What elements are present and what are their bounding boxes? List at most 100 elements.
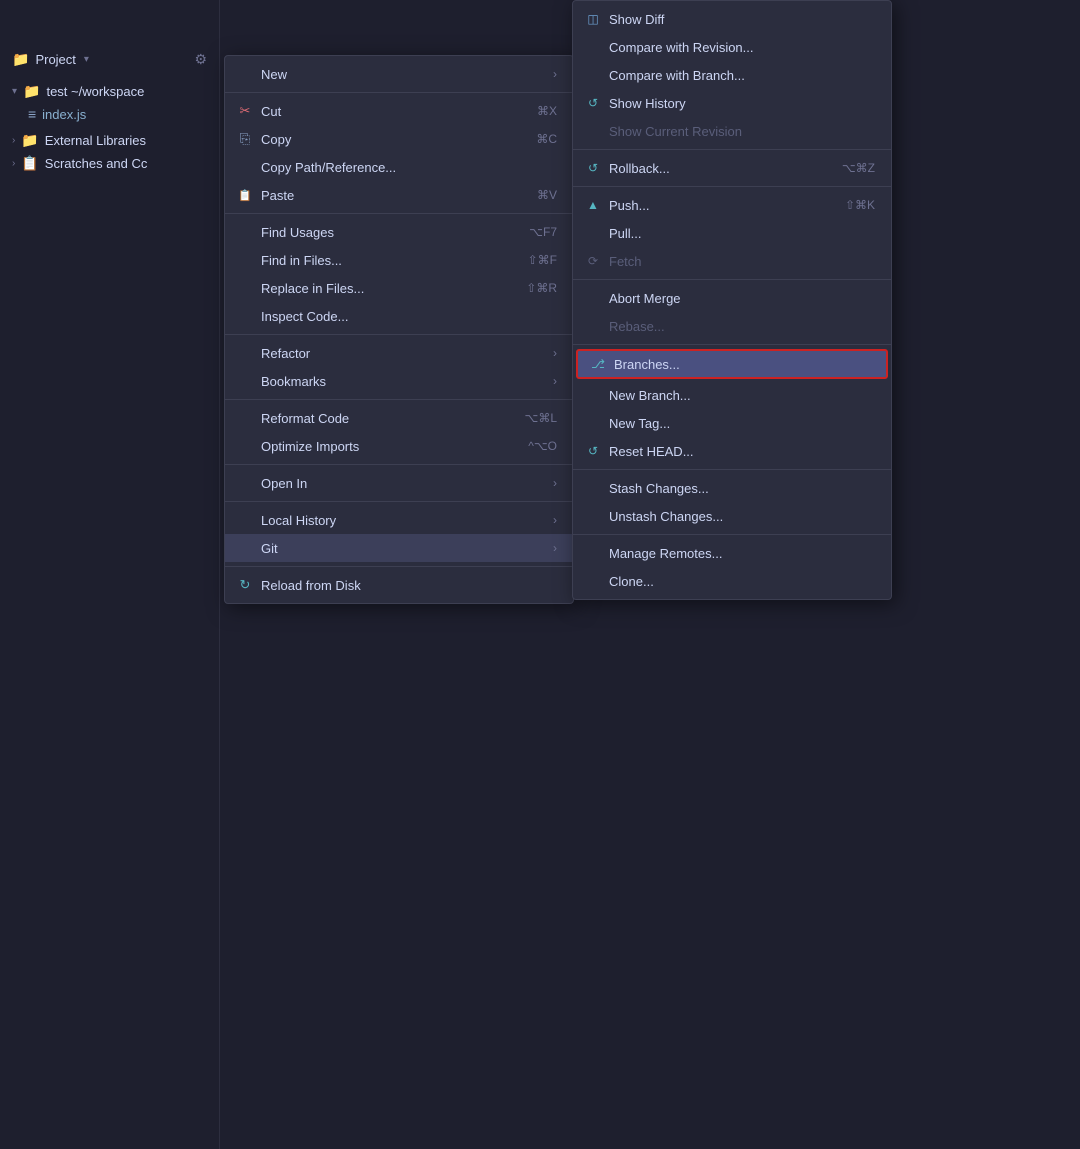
submenu-item-unstash[interactable]: Unstash Changes... bbox=[573, 502, 891, 530]
submenu-item-rollback[interactable]: ↺ Rollback... ⌥⌘Z bbox=[573, 154, 891, 182]
push-icon: ▲ bbox=[585, 197, 601, 213]
new-tag-icon bbox=[585, 415, 601, 431]
submenu-item-new-tag[interactable]: New Tag... bbox=[573, 409, 891, 437]
menu-item-replace-files[interactable]: Replace in Files... ⇧⌘R bbox=[225, 274, 573, 302]
sidebar: 📁 Project ▾ ⚙ ▾ 📁 test ~/workspace ≡ ind… bbox=[0, 0, 220, 1149]
menu-item-paste[interactable]: 📋 Paste ⌘V bbox=[225, 181, 573, 209]
submenu-item-new-branch[interactable]: New Branch... bbox=[573, 381, 891, 409]
submenu-item-show-history[interactable]: ↺ Show History bbox=[573, 89, 891, 117]
shortcut-find-usages: ⌥F7 bbox=[529, 225, 557, 239]
git-divider-5 bbox=[573, 469, 891, 470]
cut-icon: ✂ bbox=[237, 103, 253, 119]
submenu-label-show-history: Show History bbox=[609, 96, 686, 111]
menu-item-reload[interactable]: ↻ Reload from Disk bbox=[225, 571, 573, 599]
shortcut-reformat: ⌥⌘L bbox=[524, 411, 557, 425]
menu-item-git[interactable]: Git › bbox=[225, 534, 573, 562]
menu-label-bookmarks: Bookmarks bbox=[261, 374, 326, 389]
chevron-icon: › bbox=[12, 158, 15, 169]
menu-item-copy[interactable]: ⎘ Copy ⌘C bbox=[225, 125, 573, 153]
git-divider-3 bbox=[573, 279, 891, 280]
menu-item-cut[interactable]: ✂ Cut ⌘X bbox=[225, 97, 573, 125]
menu-label-new: New bbox=[261, 67, 287, 82]
manage-remotes-icon bbox=[585, 545, 601, 561]
arrow-icon-open-in: › bbox=[553, 476, 557, 490]
submenu-label-compare-branch: Compare with Branch... bbox=[609, 68, 745, 83]
submenu-label-branches: Branches... bbox=[614, 357, 680, 372]
submenu-label-clone: Clone... bbox=[609, 574, 654, 589]
menu-item-open-in[interactable]: Open In › bbox=[225, 469, 573, 497]
submenu-item-branches[interactable]: ⎇ Branches... bbox=[576, 349, 888, 379]
unstash-icon bbox=[585, 508, 601, 524]
menu-label-reformat: Reformat Code bbox=[261, 411, 349, 426]
reformat-icon bbox=[237, 410, 253, 426]
submenu-label-new-tag: New Tag... bbox=[609, 416, 670, 431]
menu-item-find-usages[interactable]: Find Usages ⌥F7 bbox=[225, 218, 573, 246]
open-in-icon bbox=[237, 475, 253, 491]
menu-label-open-in: Open In bbox=[261, 476, 307, 491]
shortcut-paste: ⌘V bbox=[537, 188, 557, 202]
menu-label-paste: Paste bbox=[261, 188, 294, 203]
show-current-icon bbox=[585, 123, 601, 139]
menu-item-optimize[interactable]: Optimize Imports ^⌥O bbox=[225, 432, 573, 460]
submenu-item-compare-revision[interactable]: Compare with Revision... bbox=[573, 33, 891, 61]
menu-item-inspect-code[interactable]: Inspect Code... bbox=[225, 302, 573, 330]
abort-merge-icon bbox=[585, 290, 601, 306]
new-branch-icon bbox=[585, 387, 601, 403]
reset-head-icon: ↺ bbox=[585, 443, 601, 459]
menu-item-local-history[interactable]: Local History › bbox=[225, 506, 573, 534]
menu-label-replace-files: Replace in Files... bbox=[261, 281, 364, 296]
sidebar-item-index-js[interactable]: ≡ index.js bbox=[0, 103, 219, 125]
sidebar-item-scratches[interactable]: › 📋 Scratches and Cc bbox=[0, 152, 219, 175]
find-usages-icon bbox=[237, 224, 253, 240]
menu-item-reformat[interactable]: Reformat Code ⌥⌘L bbox=[225, 404, 573, 432]
copy-path-icon bbox=[237, 159, 253, 175]
chevron-icon: › bbox=[12, 135, 15, 146]
submenu-item-fetch[interactable]: ⟳ Fetch bbox=[573, 247, 891, 275]
menu-label-git: Git bbox=[261, 541, 278, 556]
shortcut-copy: ⌘C bbox=[536, 132, 557, 146]
submenu-label-show-current: Show Current Revision bbox=[609, 124, 742, 139]
submenu-item-rebase[interactable]: Rebase... bbox=[573, 312, 891, 340]
submenu-label-reset-head: Reset HEAD... bbox=[609, 444, 694, 459]
shortcut-find-files: ⇧⌘F bbox=[528, 253, 557, 267]
submenu-label-fetch: Fetch bbox=[609, 254, 642, 269]
menu-item-refactor[interactable]: Refactor › bbox=[225, 339, 573, 367]
sidebar-item-test[interactable]: ▾ 📁 test ~/workspace bbox=[0, 80, 219, 103]
shortcut-optimize: ^⌥O bbox=[528, 439, 557, 453]
inspect-icon bbox=[237, 308, 253, 324]
submenu-item-pull[interactable]: Pull... bbox=[573, 219, 891, 247]
git-divider-2 bbox=[573, 186, 891, 187]
compare-revision-icon bbox=[585, 39, 601, 55]
menu-item-find-files[interactable]: Find in Files... ⇧⌘F bbox=[225, 246, 573, 274]
menu-item-bookmarks[interactable]: Bookmarks › bbox=[225, 367, 573, 395]
project-folder-icon: 📁 bbox=[12, 51, 29, 68]
submenu-item-manage-remotes[interactable]: Manage Remotes... bbox=[573, 539, 891, 567]
submenu-item-compare-branch[interactable]: Compare with Branch... bbox=[573, 61, 891, 89]
submenu-item-abort-merge[interactable]: Abort Merge bbox=[573, 284, 891, 312]
menu-label-find-usages: Find Usages bbox=[261, 225, 334, 240]
arrow-icon-bookmarks: › bbox=[553, 374, 557, 388]
menu-label-cut: Cut bbox=[261, 104, 281, 119]
file-icon: ≡ bbox=[28, 106, 36, 122]
divider-6 bbox=[225, 501, 573, 502]
reload-icon: ↻ bbox=[237, 577, 253, 593]
stash-icon bbox=[585, 480, 601, 496]
shortcut-rollback: ⌥⌘Z bbox=[842, 161, 875, 175]
ext-lib-icon: 📁 bbox=[21, 132, 38, 149]
menu-item-copy-path[interactable]: Copy Path/Reference... bbox=[225, 153, 573, 181]
clone-icon bbox=[585, 573, 601, 589]
submenu-item-show-current[interactable]: Show Current Revision bbox=[573, 117, 891, 145]
submenu-item-push[interactable]: ▲ Push... ⇧⌘K bbox=[573, 191, 891, 219]
submenu-item-stash[interactable]: Stash Changes... bbox=[573, 474, 891, 502]
submenu-label-pull: Pull... bbox=[609, 226, 642, 241]
paste-icon: 📋 bbox=[237, 187, 253, 203]
menu-item-new[interactable]: New › bbox=[225, 60, 573, 88]
project-header[interactable]: 📁 Project ▾ ⚙ bbox=[0, 38, 219, 80]
sidebar-item-external-libs[interactable]: › 📁 External Libraries bbox=[0, 129, 219, 152]
show-diff-icon: ◫ bbox=[585, 11, 601, 27]
project-settings-icon: ⚙ bbox=[194, 51, 207, 68]
submenu-item-show-diff[interactable]: ◫ Show Diff bbox=[573, 5, 891, 33]
submenu-item-clone[interactable]: Clone... bbox=[573, 567, 891, 595]
submenu-item-reset-head[interactable]: ↺ Reset HEAD... bbox=[573, 437, 891, 465]
folder-label: test ~/workspace bbox=[46, 84, 144, 99]
